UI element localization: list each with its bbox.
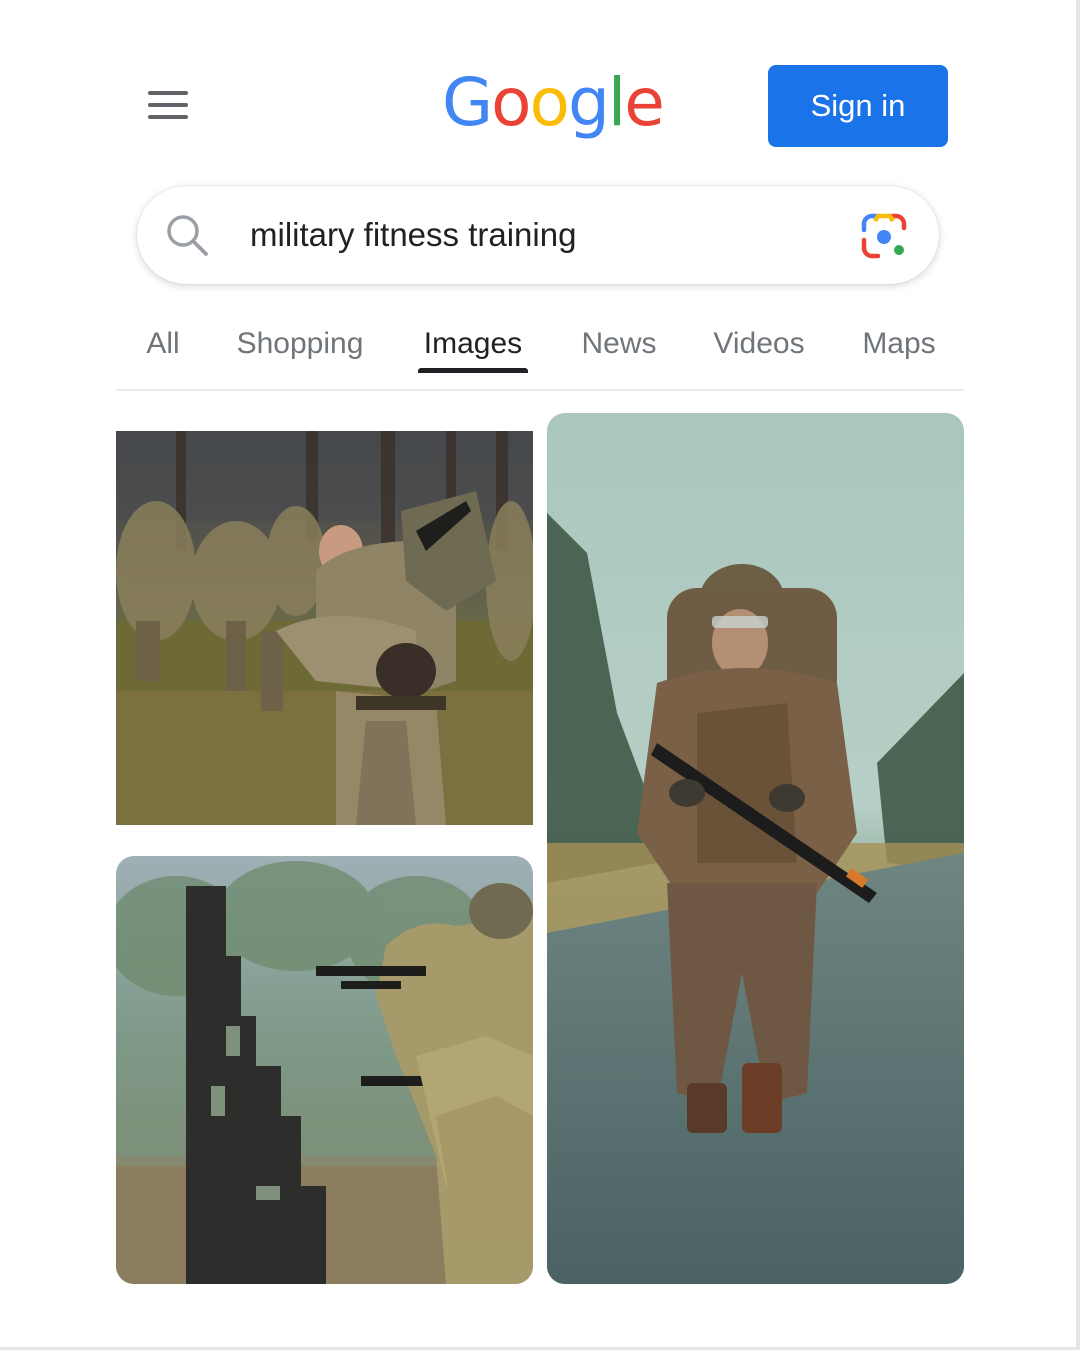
tab-maps[interactable]: Maps bbox=[858, 315, 940, 373]
logo-letter: G bbox=[442, 64, 493, 141]
search-input[interactable] bbox=[250, 206, 810, 264]
soldier-fireman-carry-photo[interactable] bbox=[116, 431, 533, 825]
tab-images[interactable]: Images bbox=[418, 315, 528, 373]
logo-letter: e bbox=[624, 64, 665, 141]
right-edge-border bbox=[1076, 0, 1080, 1350]
tab-news[interactable]: News bbox=[578, 315, 660, 373]
hamburger-menu-icon[interactable] bbox=[140, 80, 196, 130]
logo-letter: g bbox=[567, 64, 610, 141]
logo-letter: l bbox=[607, 64, 626, 141]
tab-videos[interactable]: Videos bbox=[709, 315, 809, 373]
tab-shopping[interactable]: Shopping bbox=[228, 315, 372, 373]
google-lens-icon[interactable] bbox=[858, 210, 910, 262]
search-icon bbox=[164, 212, 210, 258]
tab-all[interactable]: All bbox=[142, 315, 184, 373]
google-logo[interactable]: G o o g l e bbox=[442, 58, 665, 148]
soldiers-aiming-rifles-photo[interactable] bbox=[116, 856, 533, 1284]
search-tabs: All Shopping Images News Videos Maps bbox=[116, 315, 964, 391]
tabs-divider bbox=[116, 389, 964, 391]
soldier-ruck-march-photo[interactable] bbox=[547, 413, 964, 1284]
menu-line bbox=[148, 115, 188, 119]
sign-in-button[interactable]: Sign in bbox=[768, 65, 948, 147]
logo-letter: o bbox=[491, 64, 531, 141]
menu-line bbox=[148, 91, 188, 95]
logo-letter: o bbox=[529, 64, 570, 141]
menu-line bbox=[148, 103, 188, 107]
active-tab-indicator bbox=[418, 368, 528, 373]
